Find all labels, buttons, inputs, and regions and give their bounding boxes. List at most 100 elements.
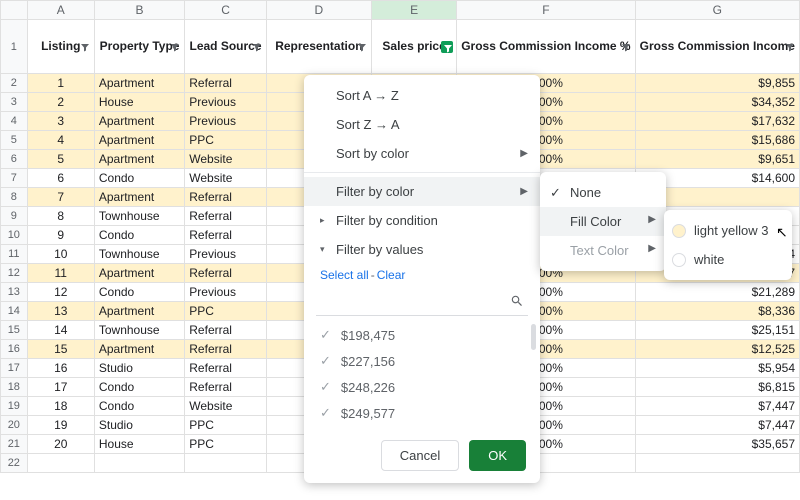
cell[interactable]: Apartment	[94, 150, 184, 169]
cell[interactable]: 3	[27, 112, 94, 131]
cell[interactable]: Apartment	[94, 188, 184, 207]
cell[interactable]: 7	[27, 188, 94, 207]
col-header-G[interactable]: G	[635, 1, 799, 20]
cell[interactable]: $6,815	[635, 378, 799, 397]
filter-search-input[interactable]	[316, 292, 528, 316]
cell[interactable]: $8,336	[635, 302, 799, 321]
cell[interactable]: Previous	[185, 245, 267, 264]
cell[interactable]: PPC	[185, 435, 267, 454]
fill-color-option-lightyellow[interactable]: light yellow 3	[664, 216, 792, 245]
cell[interactable]: Apartment	[94, 340, 184, 359]
scrollbar-thumb[interactable]	[531, 324, 536, 350]
row-header[interactable]: 17	[1, 359, 28, 378]
col-header-D[interactable]: D	[266, 1, 371, 20]
cell[interactable]: 18	[27, 397, 94, 416]
cell[interactable]: Previous	[185, 93, 267, 112]
clear-link[interactable]: Clear	[377, 268, 406, 282]
cell[interactable]: Apartment	[94, 112, 184, 131]
cell[interactable]: Apartment	[94, 131, 184, 150]
cell[interactable]: 4	[27, 131, 94, 150]
row-header[interactable]: 13	[1, 283, 28, 302]
row-header[interactable]: 11	[1, 245, 28, 264]
cell[interactable]	[185, 454, 267, 473]
filter-icon[interactable]	[169, 41, 181, 53]
row-header[interactable]: 16	[1, 340, 28, 359]
filter-icon[interactable]	[356, 41, 368, 53]
cell[interactable]: Townhouse	[94, 207, 184, 226]
cell[interactable]: House	[94, 93, 184, 112]
filter-color-text[interactable]: Text Color▶	[540, 236, 666, 265]
cell[interactable]: $35,657	[635, 435, 799, 454]
cell[interactable]: $21,289	[635, 283, 799, 302]
row-header[interactable]: 2	[1, 74, 28, 93]
cell[interactable]: Condo	[94, 397, 184, 416]
header-f[interactable]: Gross Commission Income %	[457, 20, 635, 74]
col-header-C[interactable]: C	[185, 1, 267, 20]
row-header[interactable]: 12	[1, 264, 28, 283]
row-header-1[interactable]: 1	[1, 20, 28, 74]
cell[interactable]: Referral	[185, 321, 267, 340]
filter-value-item[interactable]: ✓$227,156	[318, 348, 532, 374]
row-header[interactable]: 6	[1, 150, 28, 169]
cell[interactable]: $9,651	[635, 150, 799, 169]
filter-icon[interactable]	[441, 41, 453, 53]
header-b[interactable]: Property Type	[94, 20, 184, 74]
cell[interactable]: Referral	[185, 207, 267, 226]
filter-color-none[interactable]: ✓None	[540, 178, 666, 207]
cell[interactable]: Referral	[185, 359, 267, 378]
header-c[interactable]: Lead Source	[185, 20, 267, 74]
cell[interactable]: Condo	[94, 169, 184, 188]
cell[interactable]: Apartment	[94, 302, 184, 321]
filter-icon[interactable]	[251, 41, 263, 53]
cell[interactable]: $12,525	[635, 340, 799, 359]
sort-by-color[interactable]: Sort by color▶	[304, 139, 540, 168]
filter-color-fill[interactable]: Fill Color▶	[540, 207, 666, 236]
cell[interactable]: PPC	[185, 131, 267, 150]
cell[interactable]: 10	[27, 245, 94, 264]
cell[interactable]: Previous	[185, 283, 267, 302]
cell[interactable]: Referral	[185, 264, 267, 283]
cell[interactable]	[94, 454, 184, 473]
cell[interactable]: 5	[27, 150, 94, 169]
filter-value-item[interactable]: ✓$248,226	[318, 374, 532, 400]
select-all-link[interactable]: Select all	[320, 268, 369, 282]
cell[interactable]: $7,447	[635, 416, 799, 435]
cell[interactable]: Referral	[185, 188, 267, 207]
cell[interactable]: House	[94, 435, 184, 454]
cell[interactable]: 9	[27, 226, 94, 245]
cell[interactable]: 15	[27, 340, 94, 359]
row-header[interactable]: 20	[1, 416, 28, 435]
row-header[interactable]: 3	[1, 93, 28, 112]
cancel-button[interactable]: Cancel	[381, 440, 459, 471]
row-header[interactable]: 14	[1, 302, 28, 321]
cell[interactable]: Condo	[94, 283, 184, 302]
cell[interactable]	[27, 454, 94, 473]
cell[interactable]: Condo	[94, 378, 184, 397]
row-header[interactable]: 5	[1, 131, 28, 150]
row-header[interactable]: 9	[1, 207, 28, 226]
cell[interactable]: 6	[27, 169, 94, 188]
cell[interactable]: Referral	[185, 226, 267, 245]
sort-z-a[interactable]: Sort Z → A	[304, 110, 540, 139]
sort-a-z[interactable]: Sort A → Z	[304, 81, 540, 110]
cell[interactable]: Condo	[94, 226, 184, 245]
cell[interactable]: $9,855	[635, 74, 799, 93]
cell[interactable]: Website	[185, 169, 267, 188]
filter-icon[interactable]	[620, 41, 632, 53]
filter-value-item[interactable]: ✓$249,577	[318, 400, 532, 426]
cell[interactable]: 17	[27, 378, 94, 397]
cell[interactable]: Studio	[94, 416, 184, 435]
ok-button[interactable]: OK	[469, 440, 526, 471]
cell[interactable]: 13	[27, 302, 94, 321]
cell[interactable]: Townhouse	[94, 245, 184, 264]
filter-icon[interactable]	[79, 41, 91, 53]
header-e[interactable]: Sales price	[371, 20, 456, 74]
row-header[interactable]: 10	[1, 226, 28, 245]
header-d[interactable]: Representation	[266, 20, 371, 74]
cell[interactable]: 11	[27, 264, 94, 283]
col-header-F[interactable]: F	[457, 1, 635, 20]
cell[interactable]: $34,352	[635, 93, 799, 112]
cell[interactable]: $7,447	[635, 397, 799, 416]
cell[interactable]: 8	[27, 207, 94, 226]
cell[interactable]: 1	[27, 74, 94, 93]
